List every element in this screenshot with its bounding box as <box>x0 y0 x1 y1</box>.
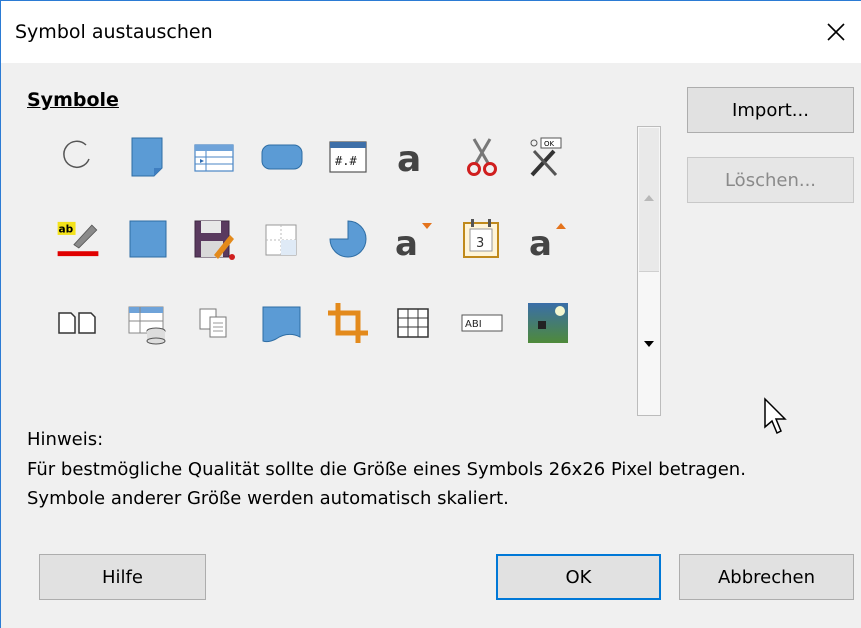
rounded-rect-icon[interactable] <box>260 135 304 179</box>
hint-line-2: Symbole anderer Größe werden automatisch… <box>27 488 509 509</box>
scroll-up-icon[interactable] <box>644 195 654 201</box>
help-button[interactable]: Hilfe <box>39 554 206 600</box>
svg-text:ab: ab <box>58 223 73 235</box>
svg-text:ABI: ABI <box>465 319 482 330</box>
copy-icon[interactable] <box>192 301 236 345</box>
cancel-button[interactable]: Abbrechen <box>679 554 854 600</box>
mouse-cursor-icon <box>764 397 787 435</box>
shrink-font-icon[interactable]: a <box>526 217 570 261</box>
cut-icon[interactable] <box>460 135 504 179</box>
number-field-icon[interactable]: #.# <box>326 135 370 179</box>
customize-tools-icon[interactable]: OK <box>526 135 570 179</box>
scroll-down-icon[interactable] <box>644 341 654 347</box>
hint-label: Hinweis: <box>27 429 104 450</box>
square-icon[interactable] <box>126 217 170 261</box>
table-grid-icon[interactable] <box>392 301 436 345</box>
symbol-scrollbar[interactable] <box>637 126 661 416</box>
highlight-pen-icon[interactable]: ab <box>56 217 100 261</box>
symbol-dialog: Symbol austauschen Symbole #.# a OK ab a… <box>0 0 861 628</box>
calendar-date-icon[interactable]: 3 <box>460 217 504 261</box>
save-edit-icon[interactable] <box>192 217 236 261</box>
delete-button[interactable]: Löschen... <box>687 157 854 203</box>
arc-icon[interactable] <box>56 135 100 179</box>
svg-text:a: a <box>397 139 421 179</box>
svg-text:OK: OK <box>544 140 555 148</box>
symbols-heading: Symbole <box>27 89 119 111</box>
fontwork-a-icon[interactable]: a <box>392 135 436 179</box>
image-icon[interactable] <box>526 301 570 345</box>
svg-text:3: 3 <box>476 236 484 251</box>
hint-line-1: Für bestmögliche Qualität sollte die Grö… <box>27 459 746 480</box>
two-pages-icon[interactable] <box>56 301 100 345</box>
text-field-icon[interactable]: ABI <box>460 301 504 345</box>
dialog-title: Symbol austauschen <box>15 21 213 43</box>
table-split-icon[interactable] <box>260 217 304 261</box>
svg-text:a: a <box>395 224 418 261</box>
database-table-icon[interactable] <box>126 301 170 345</box>
pie-icon[interactable] <box>326 217 370 261</box>
title-bar: Symbol austauschen <box>1 1 861 63</box>
grow-font-icon[interactable]: a <box>392 217 436 261</box>
form-table-icon[interactable] <box>192 135 236 179</box>
flowchart-doc-icon[interactable] <box>260 301 304 345</box>
ok-button[interactable]: OK <box>496 554 661 600</box>
crop-icon[interactable] <box>326 301 370 345</box>
import-button[interactable]: Import... <box>687 87 854 133</box>
close-icon[interactable] <box>821 17 851 47</box>
svg-text:#.#: #.# <box>335 154 357 168</box>
page-icon[interactable] <box>126 135 170 179</box>
svg-text:a: a <box>529 224 552 261</box>
